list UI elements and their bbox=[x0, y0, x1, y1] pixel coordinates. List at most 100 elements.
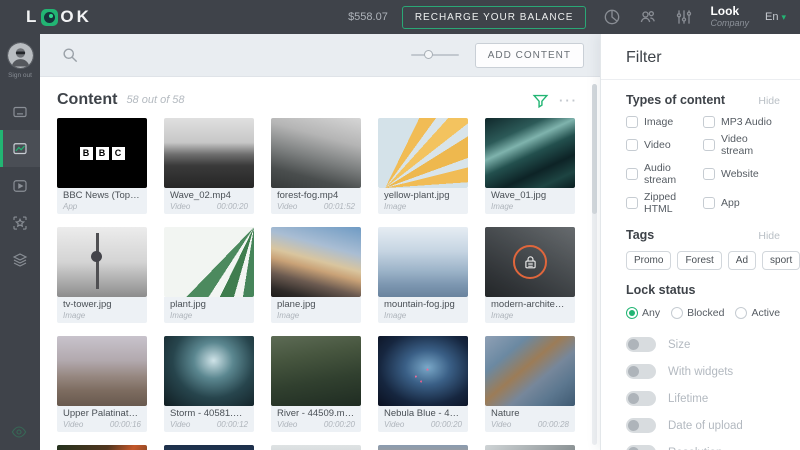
tag-chip-sport[interactable]: sport bbox=[762, 251, 800, 270]
lock-status-active[interactable]: Active bbox=[735, 307, 780, 319]
checkbox-label: App bbox=[721, 197, 740, 209]
card-type: Video bbox=[63, 420, 83, 429]
content-card[interactable]: tv-tower.jpgImage bbox=[57, 227, 147, 323]
content-card[interactable] bbox=[164, 445, 254, 450]
settings-sliders-icon[interactable] bbox=[674, 7, 694, 27]
balance-amount: $558.07 bbox=[348, 11, 388, 23]
checkbox-icon bbox=[703, 197, 715, 209]
sidebar-item-layers[interactable] bbox=[0, 241, 40, 278]
content-card[interactable]: Nebula Blue - 4925...Video00:00:20 bbox=[378, 336, 468, 432]
card-name: Storm - 40581.mp4 bbox=[170, 408, 248, 419]
card-meta: Video00:00:12 bbox=[170, 420, 248, 429]
toggle-with-widgets[interactable]: With widgets bbox=[626, 364, 780, 379]
content-card[interactable]: plant.jpgImage bbox=[164, 227, 254, 323]
thumbnail-size-slider[interactable] bbox=[411, 54, 459, 56]
sidebar-item-playlists[interactable] bbox=[0, 167, 40, 204]
add-content-button[interactable]: ADD CONTENT bbox=[475, 43, 584, 68]
more-options-icon[interactable]: ··· bbox=[559, 93, 578, 108]
card-thumbnail-river bbox=[271, 336, 361, 406]
filter-type-video[interactable]: Video bbox=[626, 133, 703, 157]
radio-label: Blocked bbox=[687, 307, 724, 319]
filter-type-website[interactable]: Website bbox=[703, 162, 780, 186]
content-card[interactable]: yellow-plant.jpgImage bbox=[378, 118, 468, 214]
content-card[interactable] bbox=[57, 445, 147, 450]
card-meta: Image bbox=[170, 311, 248, 320]
content-card[interactable]: BBCBBC News (Top Sto...App bbox=[57, 118, 147, 214]
content-card[interactable]: modern-architectu...Image bbox=[485, 227, 575, 323]
card-thumbnail-wave-dark bbox=[164, 118, 254, 188]
language-selector[interactable]: En ▾ bbox=[765, 11, 786, 23]
toggle-lifetime[interactable]: Lifetime bbox=[626, 391, 780, 406]
card-meta: Video00:00:20 bbox=[384, 420, 462, 429]
tag-chip-forest[interactable]: Forest bbox=[677, 251, 721, 270]
sidebar-item-widgets[interactable] bbox=[0, 204, 40, 241]
content-scrollbar[interactable] bbox=[592, 84, 597, 445]
logo-text: L bbox=[26, 7, 39, 27]
filter-type-image[interactable]: Image bbox=[626, 116, 703, 128]
content-card[interactable] bbox=[271, 445, 361, 450]
card-thumbnail-architecture bbox=[485, 227, 575, 297]
content-card[interactable]: mountain-fog.jpgImage bbox=[378, 227, 468, 323]
card-type: Image bbox=[491, 202, 513, 211]
filter-funnel-icon[interactable] bbox=[532, 92, 549, 109]
toggle-size[interactable]: Size bbox=[626, 337, 780, 352]
card-name: Upper Palatinate - ... bbox=[63, 408, 141, 419]
card-thumbnail-r4-sunset bbox=[378, 445, 468, 450]
filter-type-zipped-html[interactable]: Zipped HTML bbox=[626, 191, 703, 215]
toggle-date-of-upload[interactable]: Date of upload bbox=[626, 418, 780, 433]
content-card[interactable]: Upper Palatinate - ...Video00:00:16 bbox=[57, 336, 147, 432]
topbar-icons bbox=[602, 7, 694, 27]
content-card[interactable] bbox=[485, 445, 575, 450]
content-card[interactable]: River - 44509.mp4Video00:00:20 bbox=[271, 336, 361, 432]
tag-chip-promo[interactable]: Promo bbox=[626, 251, 671, 270]
content-card[interactable]: forest-fog.mp4Video00:01:52 bbox=[271, 118, 361, 214]
checkbox-icon bbox=[703, 139, 715, 151]
sign-out-link[interactable]: Sign out bbox=[8, 72, 32, 79]
filter-type-video-stream[interactable]: Video stream bbox=[703, 133, 780, 157]
logo-text: OK bbox=[60, 7, 92, 27]
filter-type-audio-stream[interactable]: Audio stream bbox=[626, 162, 703, 186]
card-label: Wave_02.mp4Video00:00:20 bbox=[164, 188, 254, 214]
thumbnail-size-slider-knob[interactable] bbox=[424, 50, 433, 59]
content-card[interactable]: plane.jpgImage bbox=[271, 227, 361, 323]
toggle-switch bbox=[626, 418, 656, 433]
card-name: Nebula Blue - 4925... bbox=[384, 408, 462, 419]
recharge-balance-button[interactable]: RECHARGE YOUR BALANCE bbox=[402, 6, 587, 29]
content-card[interactable] bbox=[378, 445, 468, 450]
card-duration: 00:00:28 bbox=[538, 420, 569, 429]
filter-type-mp3-audio[interactable]: MP3 Audio bbox=[703, 116, 780, 128]
chevron-down-icon: ▾ bbox=[781, 12, 786, 23]
radio-label: Active bbox=[751, 307, 780, 319]
user-avatar[interactable] bbox=[7, 42, 34, 69]
sidebar-item-content[interactable] bbox=[0, 130, 40, 167]
card-name: Wave_01.jpg bbox=[491, 190, 569, 201]
card-duration: 00:00:12 bbox=[217, 420, 248, 429]
filter-type-app[interactable]: App bbox=[703, 191, 780, 215]
content-card[interactable]: Wave_02.mp4Video00:00:20 bbox=[164, 118, 254, 214]
account-menu[interactable]: Look Company bbox=[710, 5, 749, 28]
card-name: mountain-fog.jpg bbox=[384, 299, 462, 310]
card-duration: 00:01:52 bbox=[324, 202, 355, 211]
tag-chip-ad[interactable]: Ad bbox=[728, 251, 756, 270]
card-thumbnail-coast bbox=[485, 336, 575, 406]
toggle-label: Date of upload bbox=[668, 420, 743, 432]
content-card[interactable]: NatureVideo00:00:28 bbox=[485, 336, 575, 432]
card-meta: Video00:00:20 bbox=[277, 420, 355, 429]
app-logo[interactable]: L OK bbox=[26, 7, 92, 27]
scrollbar-thumb[interactable] bbox=[592, 84, 597, 214]
sidebar-item-screens[interactable] bbox=[0, 93, 40, 130]
toggle-resolution[interactable]: Resolution bbox=[626, 445, 780, 450]
content-card[interactable]: Wave_01.jpgImage bbox=[485, 118, 575, 214]
types-hide-link[interactable]: Hide bbox=[758, 95, 780, 107]
tags-hide-link[interactable]: Hide bbox=[758, 230, 780, 242]
lock-status-any[interactable]: Any bbox=[626, 307, 660, 319]
search-icon[interactable] bbox=[60, 45, 80, 65]
content-card[interactable]: Storm - 40581.mp4Video00:00:12 bbox=[164, 336, 254, 432]
card-label: BBC News (Top Sto...App bbox=[57, 188, 147, 214]
bbc-logo-block: B bbox=[80, 147, 93, 160]
card-label: NatureVideo00:00:28 bbox=[485, 406, 575, 432]
card-label: modern-architectu...Image bbox=[485, 297, 575, 323]
statistics-pie-icon[interactable] bbox=[602, 7, 622, 27]
lock-status-blocked[interactable]: Blocked bbox=[671, 307, 724, 319]
users-icon[interactable] bbox=[638, 7, 658, 27]
